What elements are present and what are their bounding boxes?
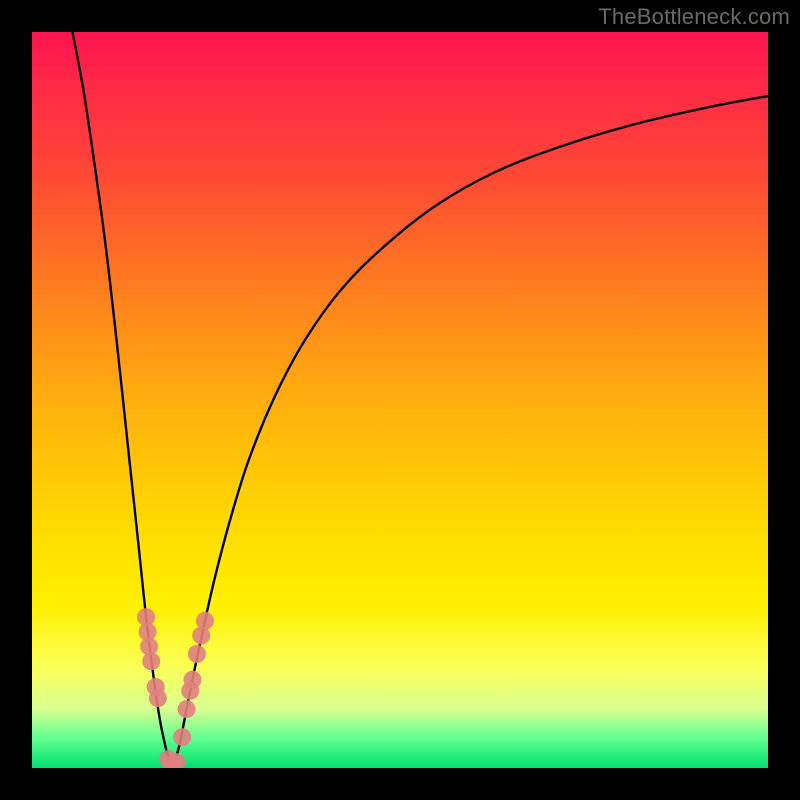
right-curve — [173, 96, 768, 768]
confidence-marker — [149, 689, 167, 707]
plot-area — [32, 32, 768, 768]
confidence-marker — [183, 671, 201, 689]
confidence-marker — [188, 645, 206, 663]
curve-layer — [32, 32, 768, 768]
confidence-marker — [196, 612, 214, 630]
watermark-text: TheBottleneck.com — [598, 4, 790, 30]
confidence-marker — [142, 652, 160, 670]
confidence-marker — [178, 700, 196, 718]
chart-frame: TheBottleneck.com — [0, 0, 800, 800]
confidence-marker — [173, 728, 191, 746]
